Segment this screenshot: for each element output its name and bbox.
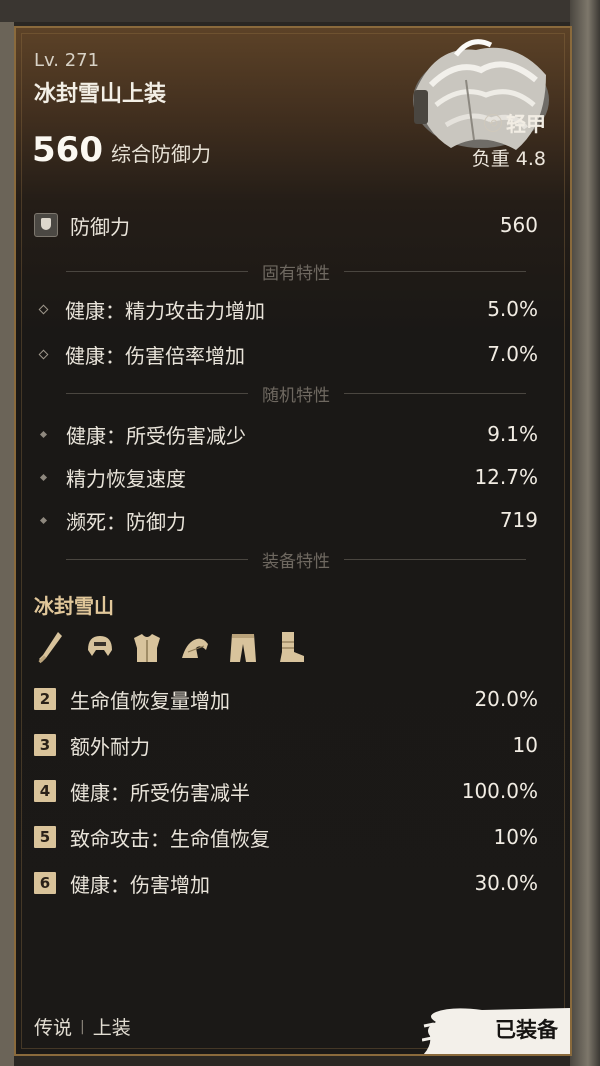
dot-bullet-icon <box>39 473 48 481</box>
footer-divider: | <box>80 1018 85 1035</box>
fur-armor-illustration <box>413 39 549 150</box>
trait-label: 精力恢复速度 <box>66 466 186 491</box>
diamond-bullet-icon <box>38 349 49 359</box>
set-name: 冰封雪山 <box>34 594 114 618</box>
boots-icon[interactable] <box>274 628 308 668</box>
random-trait-row: 健康：所受伤害减少 9.1% <box>34 419 538 449</box>
set-pieces <box>34 628 308 668</box>
rarity-label: 传说 <box>34 1017 73 1039</box>
set-bonus-label: 致命攻击：生命值恢复 <box>70 826 270 851</box>
trait-label: 健康：所受伤害减少 <box>66 423 246 448</box>
set-bonus-value: 100.0% <box>461 779 538 803</box>
armor-type: ⟲ 轻甲 <box>484 108 546 137</box>
weapon-icon[interactable] <box>34 628 68 668</box>
circle-arrow-icon: ⟲ <box>484 113 502 132</box>
item-name: 冰封雪山上装 <box>34 82 167 107</box>
set-bonus-row: 2 生命值恢复量增加 20.0% <box>34 684 538 714</box>
trait-value: 9.1% <box>487 422 538 446</box>
set-bonus-label: 生命值恢复量增加 <box>70 688 230 713</box>
section-divider-random: 随机特性 <box>66 383 526 406</box>
trait-label: 濒死：防御力 <box>66 509 186 534</box>
trait-value: 7.0% <box>487 342 538 366</box>
defense-score-row: 560 综合防御力 <box>32 130 211 170</box>
section-title-random: 随机特性 <box>262 385 330 406</box>
random-trait-row: 精力恢复速度 12.7% <box>34 462 538 492</box>
diamond-bullet-icon <box>38 304 49 314</box>
set-bonus-row: 4 健康：所受伤害减半 100.0% <box>34 776 538 806</box>
background-left-strip <box>0 0 14 1066</box>
background-top-strip <box>0 0 600 22</box>
equipped-status: 已装备 <box>495 1018 558 1042</box>
set-bonus-label: 健康：所受伤害减半 <box>70 780 250 805</box>
pants-icon[interactable] <box>226 628 260 668</box>
background-right-strip <box>570 0 600 1066</box>
inherent-trait-row: 健康：精力攻击力增加 5.0% <box>34 294 538 324</box>
item-tooltip-card: Lv. 271 冰封雪山上装 560 综合防御力 ⟲ 轻甲 负重 4.8 防御力… <box>14 26 572 1056</box>
armor-type-label: 轻甲 <box>506 112 546 136</box>
set-count-badge: 5 <box>34 826 56 848</box>
trait-value: 12.7% <box>474 465 538 489</box>
chest-armor-icon[interactable] <box>130 628 164 668</box>
set-bonus-value: 30.0% <box>474 871 538 895</box>
defense-stat-label: 防御力 <box>70 214 130 239</box>
set-bonus-value: 20.0% <box>474 687 538 711</box>
trait-label: 健康：精力攻击力增加 <box>65 298 265 323</box>
set-count-badge: 3 <box>34 734 56 756</box>
set-bonus-value: 10% <box>493 825 538 849</box>
section-divider-equipment: 装备特性 <box>66 549 526 572</box>
item-footer: 传说 | 上装 <box>34 1013 131 1040</box>
set-bonus-row: 5 致命攻击：生命值恢复 10% <box>34 822 538 852</box>
set-bonus-row: 3 额外耐力 10 <box>34 730 538 760</box>
set-count-badge: 2 <box>34 688 56 710</box>
set-count-badge: 6 <box>34 872 56 894</box>
set-bonus-label: 健康：伤害增加 <box>70 872 210 897</box>
section-divider-inherent: 固有特性 <box>66 261 526 284</box>
set-bonus-row: 6 健康：伤害增加 30.0% <box>34 868 538 898</box>
dot-bullet-icon <box>39 430 48 438</box>
defense-score-value: 560 <box>32 130 103 170</box>
trait-value: 5.0% <box>487 297 538 321</box>
trait-value: 719 <box>499 508 538 532</box>
defense-stat-value: 560 <box>499 213 538 237</box>
section-title-inherent: 固有特性 <box>262 263 330 284</box>
inherent-trait-row: 健康：伤害倍率增加 7.0% <box>34 339 538 369</box>
helmet-icon[interactable] <box>82 628 116 668</box>
gloves-icon[interactable] <box>178 628 212 668</box>
set-bonus-label: 额外耐力 <box>70 734 150 759</box>
trait-label: 健康：伤害倍率增加 <box>65 343 245 368</box>
section-title-equipment: 装备特性 <box>262 551 330 572</box>
set-bonus-value: 10 <box>512 733 538 757</box>
item-weight: 负重 4.8 <box>471 148 546 170</box>
dot-bullet-icon <box>39 516 48 524</box>
random-trait-row: 濒死：防御力 719 <box>34 505 538 535</box>
defense-score-label: 综合防御力 <box>110 142 211 166</box>
slot-label: 上装 <box>92 1017 131 1039</box>
defense-stat-row: 防御力 560 <box>34 210 538 240</box>
item-level: Lv. 271 <box>34 50 100 71</box>
set-count-badge: 4 <box>34 780 56 802</box>
shield-icon <box>34 213 58 237</box>
